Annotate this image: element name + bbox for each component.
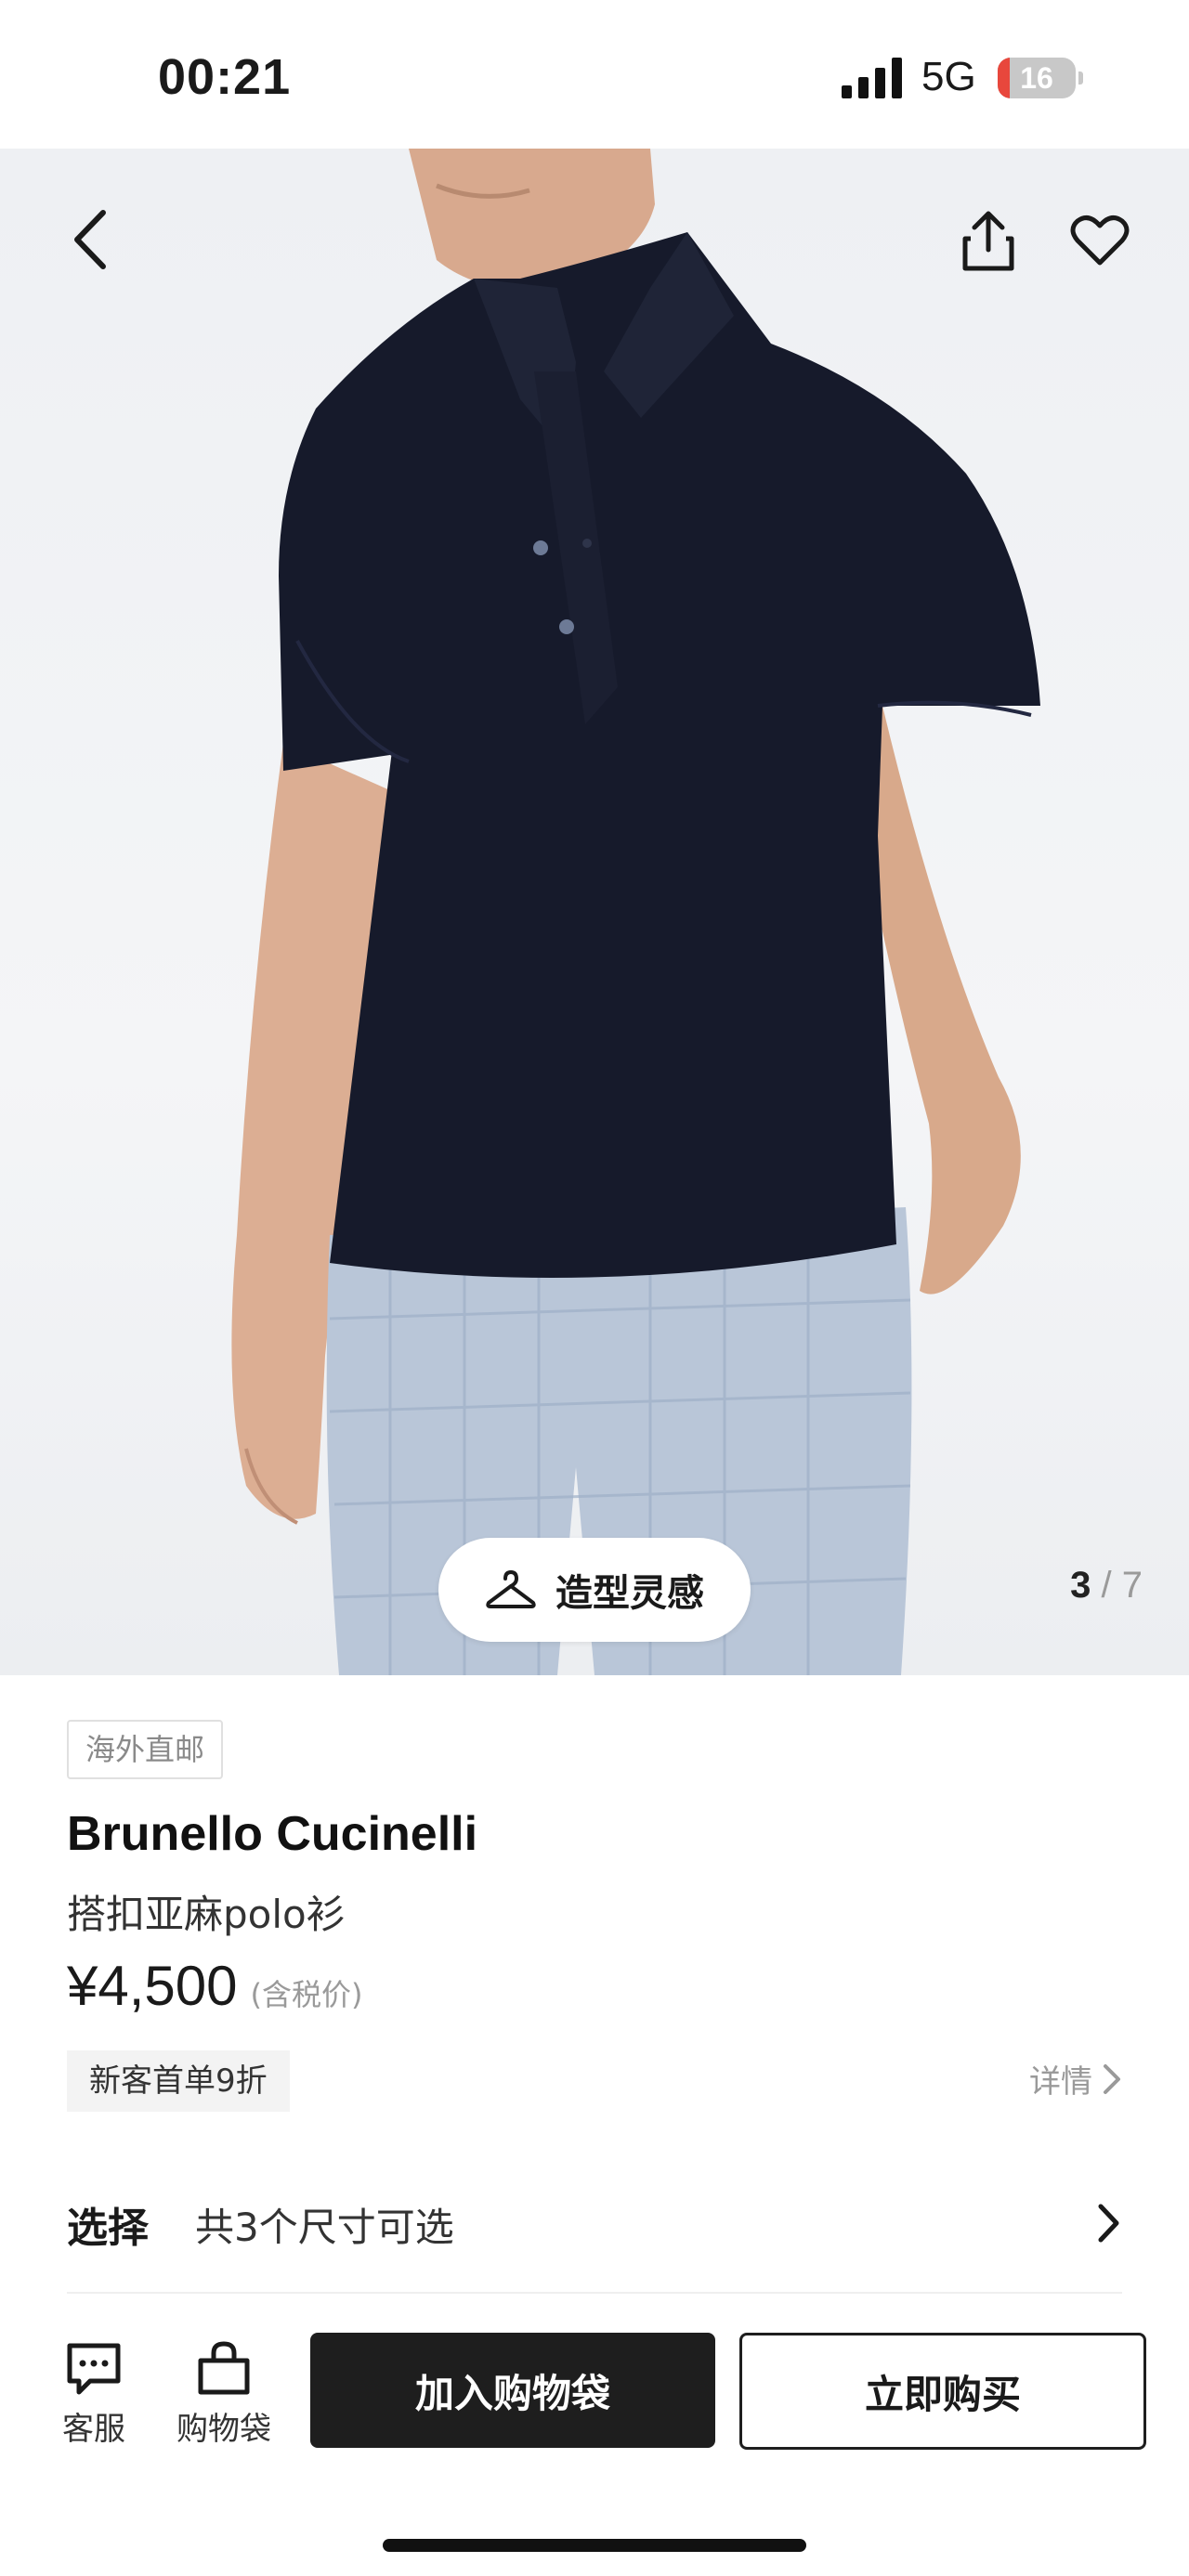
overseas-shipping-tag: 海外直邮 [67, 1720, 224, 1779]
style-inspiration-button[interactable]: 造型灵感 [438, 1538, 751, 1642]
customer-service-button[interactable]: 客服 [33, 2340, 154, 2449]
pager-total: 7 [1121, 1565, 1143, 1606]
buy-now-button[interactable]: 立即购买 [739, 2333, 1146, 2450]
brand-name[interactable]: Brunello Cucinelli [67, 1806, 477, 1862]
hanger-icon [486, 1570, 536, 1608]
size-selector-row[interactable]: 选择 共3个尺寸可选 [67, 2187, 1122, 2261]
status-time: 00:21 [158, 49, 292, 105]
shopping-bag-label: 购物袋 [176, 2411, 271, 2448]
battery-indicator: 16 [998, 58, 1083, 98]
status-bar: 00:21 5G 16 [0, 0, 1189, 149]
size-options-summary: 共3个尺寸可选 [195, 2204, 454, 2250]
add-to-bag-button[interactable]: 加入购物袋 [310, 2333, 715, 2448]
divider [67, 2292, 1122, 2294]
favorite-button[interactable] [1063, 204, 1137, 279]
chevron-right-icon [1098, 2204, 1119, 2243]
image-pager: 3 / 7 [1070, 1565, 1143, 1607]
style-inspiration-label: 造型灵感 [555, 1572, 704, 1615]
select-label: 选择 [67, 2205, 149, 2252]
signal-icon [842, 58, 902, 98]
back-icon [74, 210, 106, 269]
price-row: ¥4,500 (含税价) [67, 1954, 363, 2018]
promo-details-link[interactable]: 详情 [1029, 2056, 1122, 2101]
chevron-right-icon [1104, 2063, 1120, 2094]
heart-icon [1070, 215, 1130, 266]
price-tax-note: (含税价) [250, 1977, 363, 2012]
product-photo [231, 149, 1040, 1675]
shopping-bag-button[interactable]: 购物袋 [163, 2340, 284, 2449]
back-button[interactable] [54, 202, 128, 277]
details-label: 详情 [1029, 2063, 1092, 2101]
product-title: 搭扣亚麻polo衫 [67, 1892, 346, 1937]
home-indicator[interactable] [383, 2539, 806, 2552]
bottom-action-bar: 客服 购物袋 加入购物袋 立即购买 [0, 2322, 1189, 2576]
pager-current: 3 [1070, 1565, 1091, 1606]
new-customer-promo-badge: 新客首单9折 [67, 2050, 290, 2112]
shopping-bag-icon [198, 2341, 250, 2395]
customer-service-label: 客服 [62, 2411, 125, 2448]
pager-separator: / [1101, 1565, 1112, 1606]
price: ¥4,500 [67, 1955, 238, 2017]
share-button[interactable] [951, 204, 1026, 279]
chat-icon [67, 2343, 121, 2395]
network-type: 5G [921, 54, 976, 99]
battery-percent: 16 [1020, 61, 1053, 95]
product-image-carousel[interactable]: 造型灵感 3 / 7 [0, 149, 1189, 1675]
share-icon [962, 211, 1014, 271]
